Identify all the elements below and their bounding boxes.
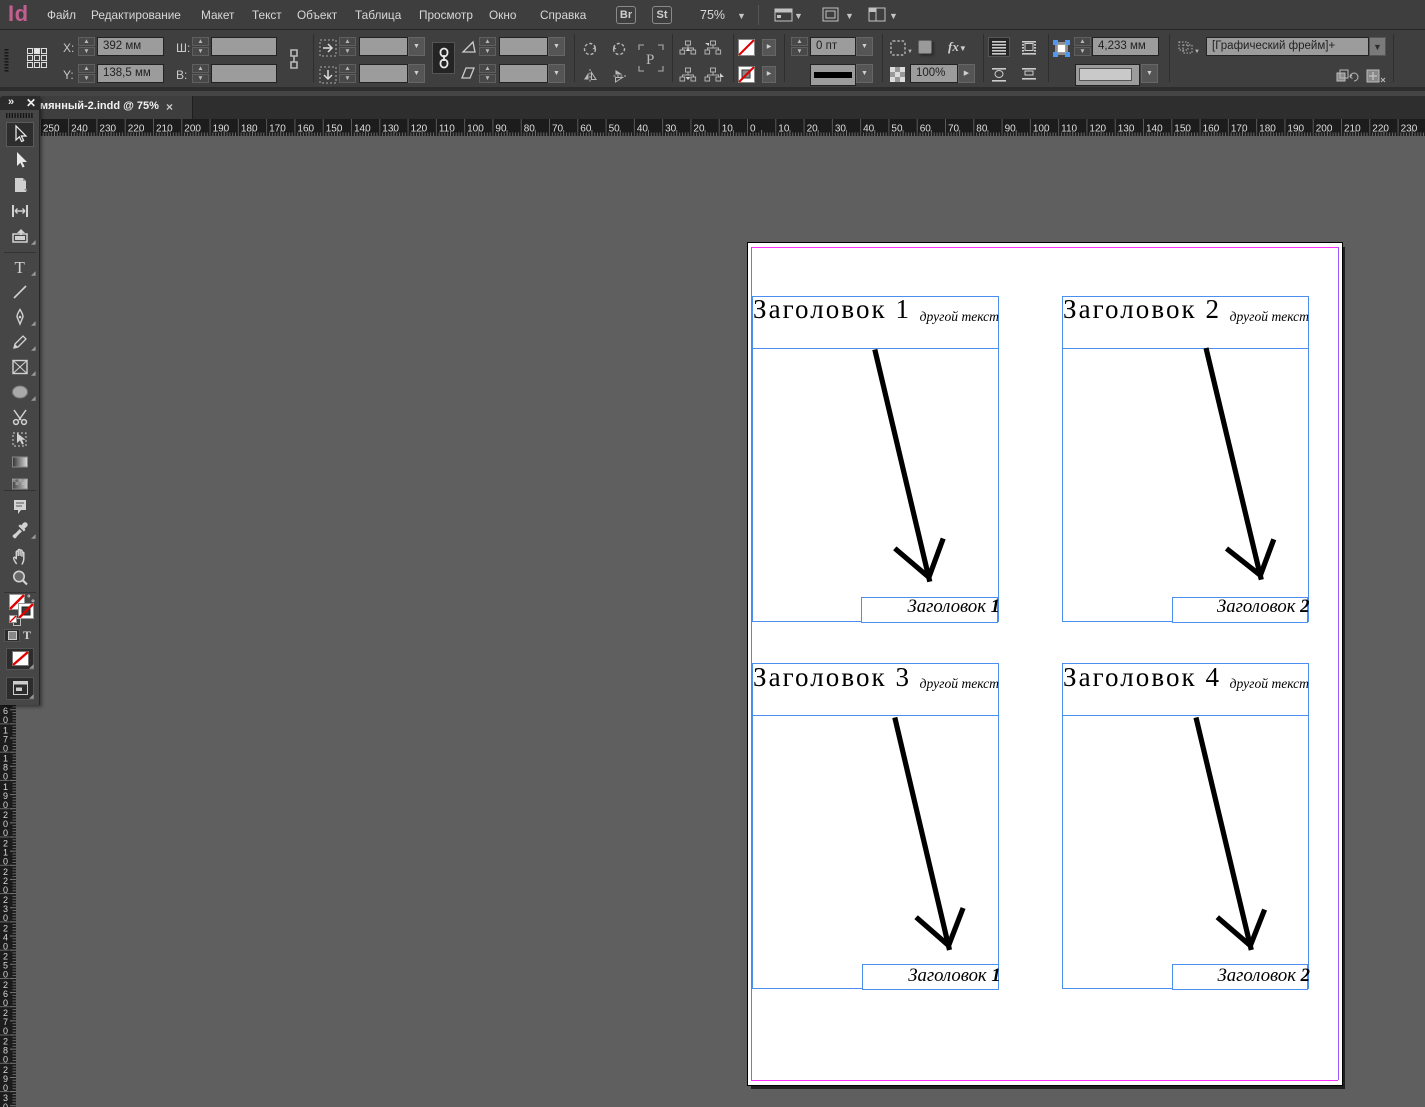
svg-text:T: T	[15, 258, 26, 277]
